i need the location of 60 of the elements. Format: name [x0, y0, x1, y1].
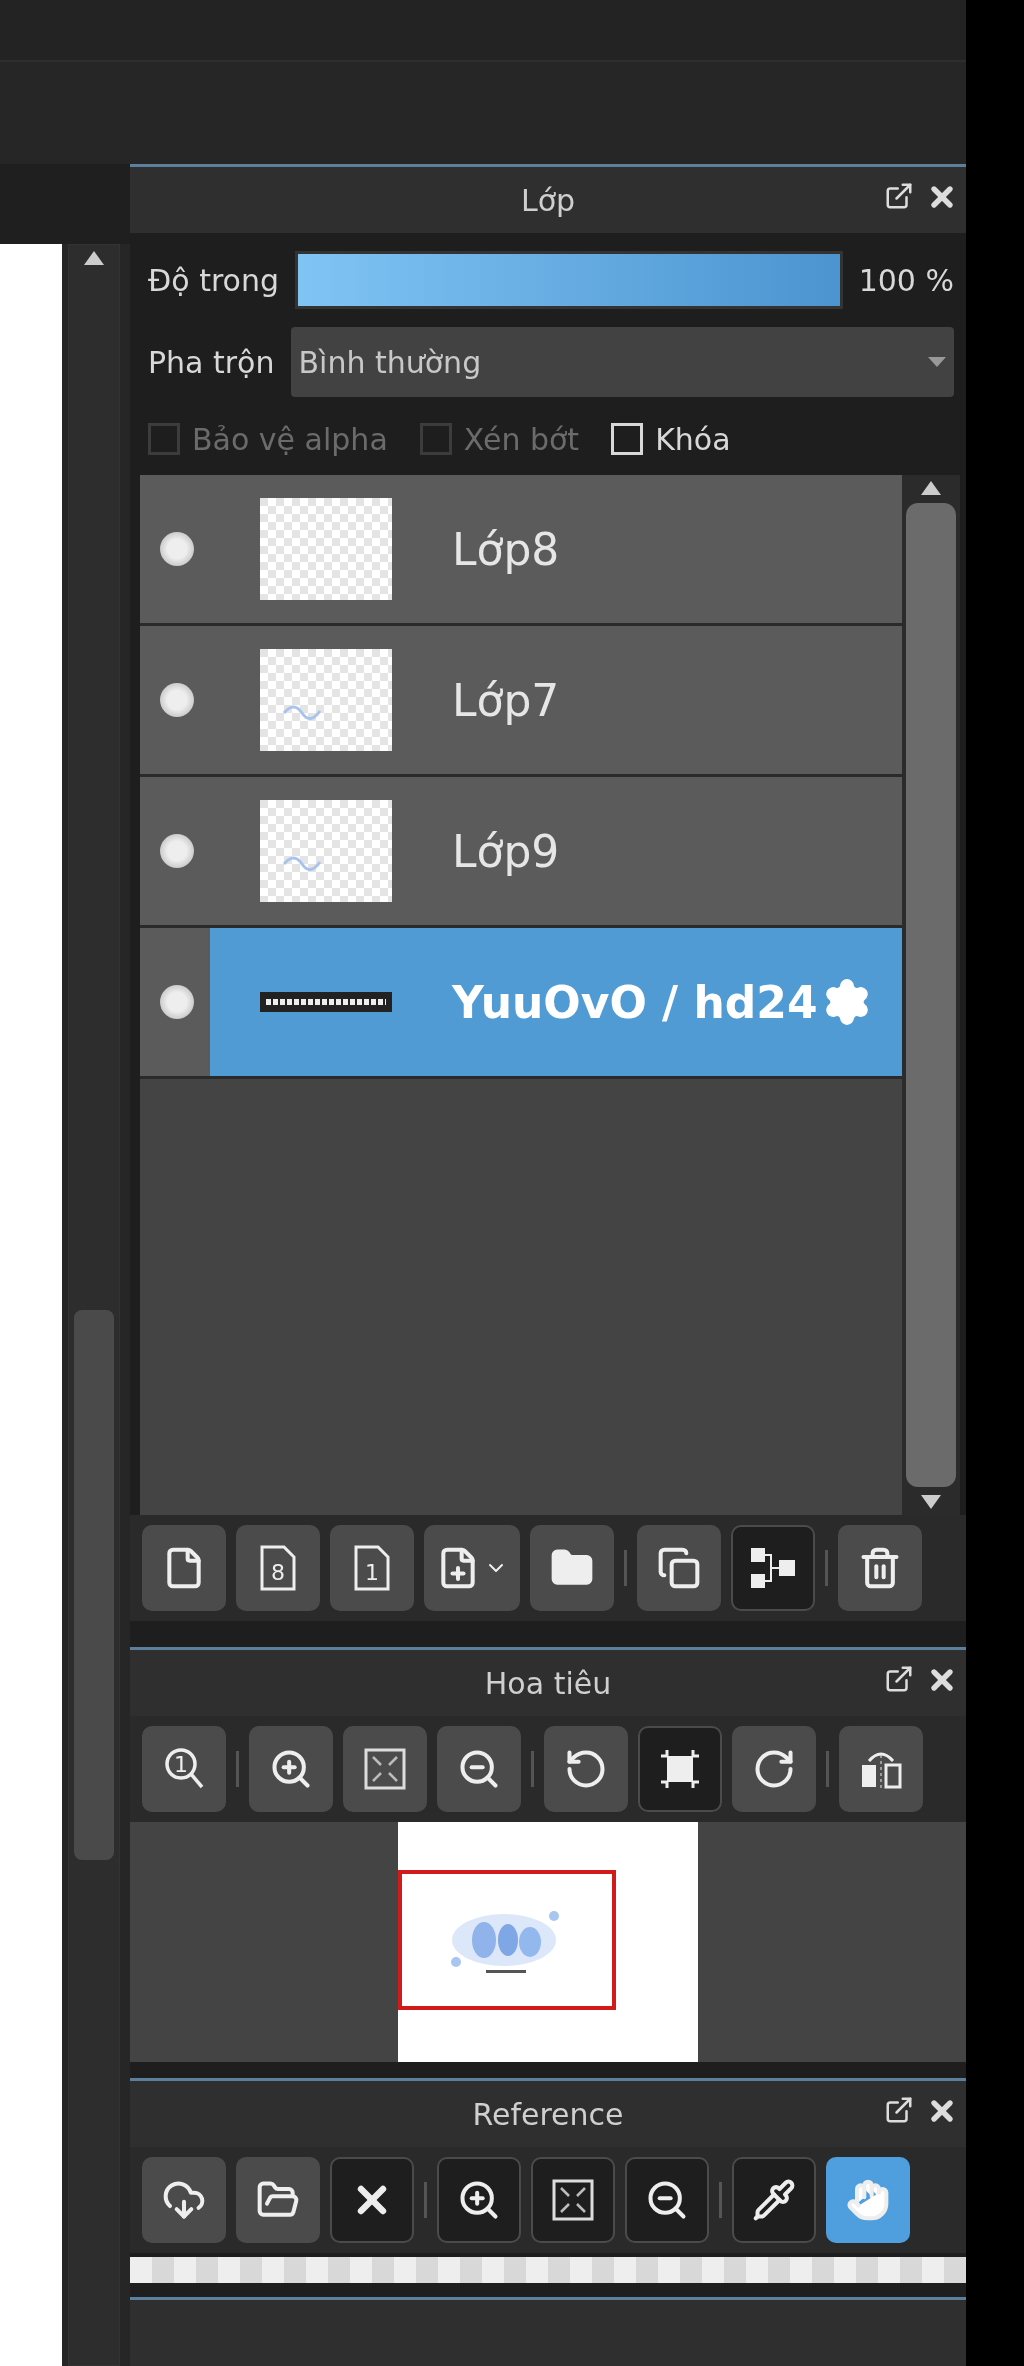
blend-label: Pha trộn: [148, 344, 275, 380]
layer-name: Lớp7: [452, 674, 560, 726]
fit-button[interactable]: [343, 1726, 427, 1812]
visibility-dot[interactable]: [160, 532, 194, 566]
scroll-up-icon[interactable]: [84, 251, 104, 265]
layer-name: Lớp9: [452, 825, 560, 877]
rotate-right-button[interactable]: [732, 1726, 816, 1812]
option-checkbox[interactable]: Khóa: [611, 421, 731, 457]
merge-icon: [749, 1546, 797, 1590]
scrollbar[interactable]: [902, 475, 960, 1515]
hand-icon: [846, 2178, 890, 2222]
fit-screen-icon: [551, 2178, 595, 2222]
visibility-dot[interactable]: [160, 834, 194, 868]
folder-button[interactable]: [530, 1525, 614, 1611]
flip-button[interactable]: [839, 1726, 923, 1812]
visibility-dot[interactable]: [160, 985, 194, 1019]
zoom-actual-button[interactable]: 1: [142, 1726, 226, 1812]
eyedropper-icon: [752, 2178, 796, 2222]
new-layer-button[interactable]: [142, 1525, 226, 1611]
numbered-layer-button[interactable]: 1: [330, 1525, 414, 1611]
cloud-download-button[interactable]: [142, 2157, 226, 2243]
layer-row[interactable]: YuuOvO / hd24: [140, 928, 902, 1079]
layer-row[interactable]: Lớp8: [140, 475, 902, 626]
numbered-layer-button[interactable]: 8: [236, 1525, 320, 1611]
duplicate-button[interactable]: [637, 1525, 721, 1611]
panel-title: Reference: [472, 2096, 624, 2132]
undock-icon[interactable]: [884, 1664, 914, 1694]
scrollbar-thumb[interactable]: [74, 1310, 114, 1860]
undock-icon[interactable]: [884, 2095, 914, 2125]
scrollbar[interactable]: [68, 244, 120, 2366]
scroll-down-icon[interactable]: [921, 1495, 941, 1509]
zoom-out-icon: [645, 2178, 689, 2222]
panel-title: Hoa tiêu: [484, 1665, 612, 1701]
scrollbar-thumb[interactable]: [906, 503, 956, 1487]
undock-icon[interactable]: [884, 181, 914, 211]
opacity-value: 100 %: [858, 262, 954, 298]
panel-title: Lớp: [520, 182, 576, 218]
zoom-out-icon: [457, 1747, 501, 1791]
visibility-dot[interactable]: [160, 683, 194, 717]
caret-icon: [928, 357, 946, 367]
scroll-up-icon[interactable]: [921, 481, 941, 495]
opacity-label: Độ trong: [148, 262, 279, 298]
rotate-left-button[interactable]: [544, 1726, 628, 1812]
zoom-out-button[interactable]: [437, 1726, 521, 1812]
layer-name: Lớp8: [452, 523, 560, 575]
zoom-in-icon: [457, 2178, 501, 2222]
hand-button[interactable]: [826, 2157, 910, 2243]
add-menu-button[interactable]: [424, 1525, 520, 1611]
zoom-in-icon: [269, 1747, 313, 1791]
view-rectangle[interactable]: [398, 1870, 616, 2010]
trash-button[interactable]: [838, 1525, 922, 1611]
blend-dropdown[interactable]: Bình thường: [290, 327, 954, 397]
layer-row[interactable]: Lớp7: [140, 626, 902, 777]
layer-row[interactable]: Lớp9: [140, 777, 902, 928]
frame-icon: [658, 1747, 702, 1791]
copy-icon: [657, 1546, 701, 1590]
open-folder-button[interactable]: [236, 2157, 320, 2243]
layer-name: YuuOvO / hd24: [452, 976, 818, 1028]
zoom-in-button[interactable]: [249, 1726, 333, 1812]
fit-screen-icon: [363, 1747, 407, 1791]
